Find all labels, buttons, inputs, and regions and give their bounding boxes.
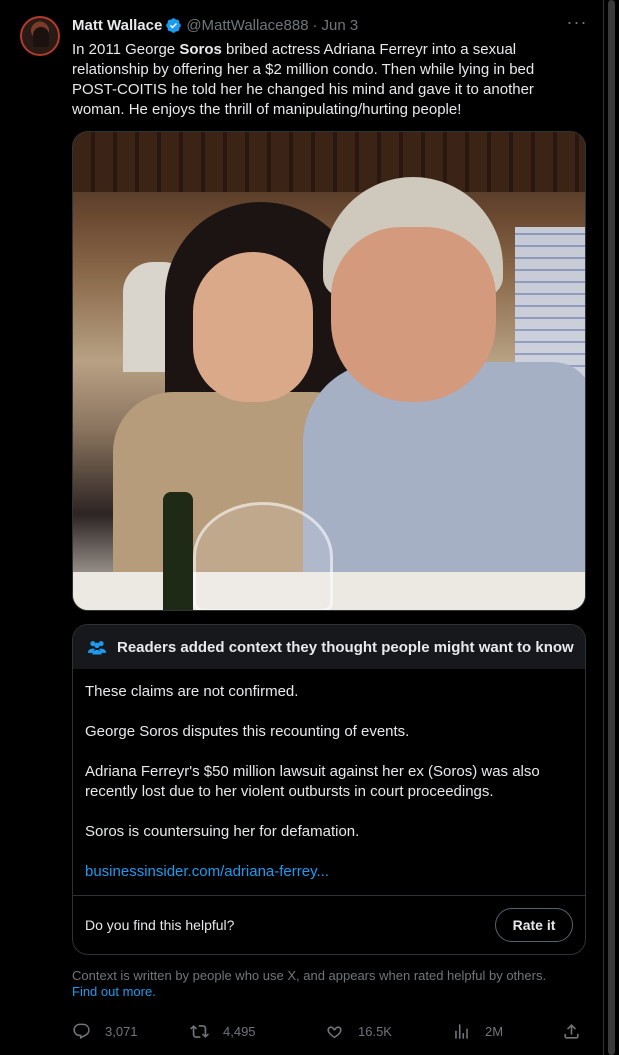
reply-icon: [73, 1023, 90, 1040]
context-text: Context is written by people who use X, …: [72, 968, 547, 983]
people-icon: [87, 641, 107, 655]
views-bar-chart-icon: [455, 1024, 468, 1039]
views-count: 2M: [485, 1024, 504, 1039]
note-source-link[interactable]: businessinsider.com/adriana-ferrey...: [85, 862, 573, 882]
community-note: Readers added context they thought peopl…: [72, 624, 586, 955]
author-handle[interactable]: @MattWallace888: [186, 17, 308, 34]
avatar[interactable]: [20, 16, 60, 56]
separator-dot: ·: [312, 17, 318, 34]
like-button[interactable]: 16.5K: [325, 1022, 392, 1041]
action-bar: 3,071 4,495 16.5K 2M: [72, 1022, 592, 1044]
note-divider: [73, 895, 585, 896]
scrollbar-thumb[interactable]: [608, 0, 615, 1055]
rate-it-button[interactable]: Rate it: [495, 908, 573, 942]
photo-tile-wall: [515, 227, 585, 377]
community-note-title: Readers added context they thought peopl…: [117, 638, 574, 656]
helpful-question: Do you find this helpful?: [85, 917, 235, 933]
photo-wine-glass: [193, 502, 333, 610]
photo-ceiling: [73, 132, 585, 192]
community-note-header: Readers added context they thought peopl…: [73, 625, 585, 669]
context-footer: Context is written by people who use X, …: [72, 968, 592, 1000]
tweet-photo[interactable]: [72, 131, 586, 611]
tweet-text: In 2011 George Soros bribed actress Adri…: [72, 40, 572, 120]
reply-count: 3,071: [105, 1024, 138, 1039]
tweet-text-bold: Soros: [179, 41, 222, 58]
note-paragraph-1: These claims are not confirmed.: [85, 683, 299, 700]
note-paragraph-3: Adriana Ferreyr's $50 million lawsuit ag…: [85, 763, 540, 800]
views-button[interactable]: 2M: [452, 1022, 503, 1041]
reply-button[interactable]: 3,071: [72, 1022, 138, 1041]
share-icon: [564, 1024, 579, 1039]
avatar-silhouette: [33, 27, 49, 47]
community-note-body: These claims are not confirmed. George S…: [73, 669, 585, 882]
like-count: 16.5K: [358, 1024, 392, 1039]
repost-count: 4,495: [223, 1024, 256, 1039]
tweet-header: Matt Wallace @MattWallace888 · Jun 3: [72, 17, 358, 34]
author-name[interactable]: Matt Wallace: [72, 17, 162, 34]
note-paragraph-2: George Soros disputes this recounting of…: [85, 723, 410, 740]
verified-badge-icon[interactable]: [165, 17, 182, 34]
more-options-icon[interactable]: ···: [566, 13, 588, 36]
share-button[interactable]: [562, 1022, 595, 1041]
tweet-date[interactable]: Jun 3: [322, 17, 359, 34]
find-out-more-link[interactable]: Find out more.: [72, 984, 592, 1000]
repost-icon: [190, 1025, 209, 1038]
heart-icon: [327, 1026, 342, 1039]
photo-man-face: [331, 227, 496, 402]
photo-woman-face: [193, 252, 313, 402]
repost-button[interactable]: 4,495: [190, 1022, 256, 1041]
tweet-text-start: In 2011 George: [72, 41, 180, 58]
scrollbar[interactable]: [604, 0, 619, 1055]
photo-bottle: [163, 492, 193, 610]
note-paragraph-4: Soros is countersuing her for defamation…: [85, 823, 360, 840]
